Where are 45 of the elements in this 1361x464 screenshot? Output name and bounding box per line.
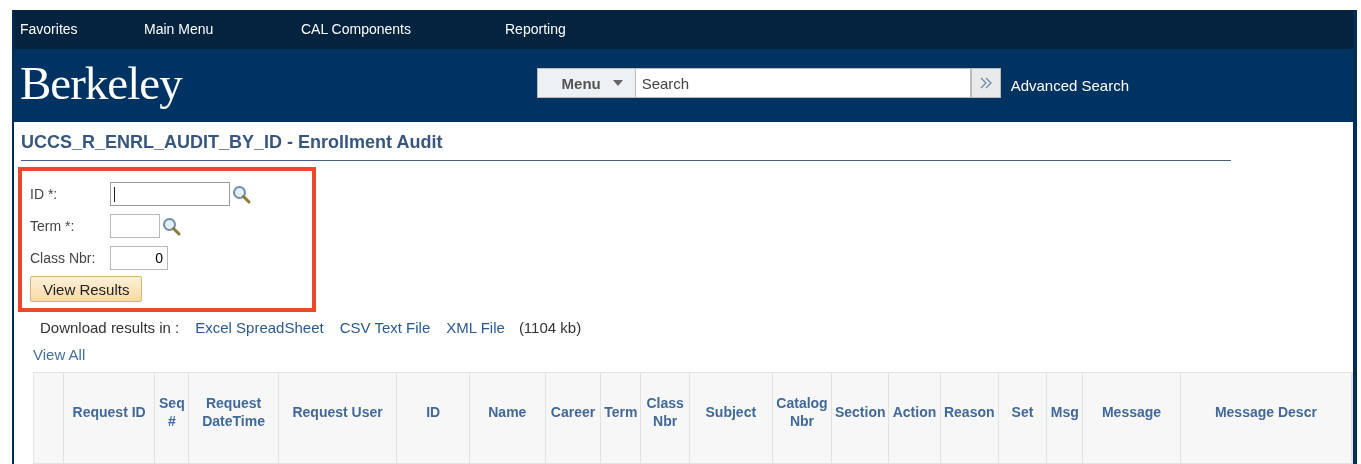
download-link[interactable]: CSV Text File bbox=[339, 318, 431, 336]
column-header[interactable]: Request User bbox=[292, 403, 383, 421]
nav-menu-item[interactable]: Main Menu bbox=[144, 21, 214, 38]
caret-icon bbox=[612, 80, 623, 87]
input-field[interactable] bbox=[110, 182, 230, 206]
input-field[interactable]: 0 bbox=[110, 246, 168, 270]
column-header[interactable]: Career bbox=[550, 403, 596, 421]
column-header[interactable]: Term bbox=[604, 403, 638, 421]
download-label: Download results in : bbox=[40, 318, 180, 336]
nav-menu-item[interactable]: Favorites bbox=[20, 21, 78, 38]
nav-menu-item[interactable]: CAL Components bbox=[301, 21, 411, 38]
column-header[interactable]: Section bbox=[834, 403, 886, 421]
nav-menu-item[interactable]: Reporting bbox=[505, 21, 566, 38]
column-header[interactable]: Seq # bbox=[155, 394, 189, 430]
column-header[interactable]: Name bbox=[488, 403, 527, 421]
field-label: Term *: bbox=[30, 218, 76, 234]
view-results-button[interactable]: View Results bbox=[30, 276, 143, 302]
search-icon[interactable] bbox=[162, 216, 181, 236]
column-header[interactable]: Subject bbox=[705, 403, 757, 421]
menu-dropdown[interactable]: Menu bbox=[536, 68, 635, 99]
download-link[interactable]: Excel SpreadSheet bbox=[195, 318, 324, 336]
column-header[interactable]: Request DateTime bbox=[189, 394, 278, 430]
column-header[interactable]: Class Nbr bbox=[641, 394, 689, 430]
column-header[interactable]: Set bbox=[1011, 403, 1034, 421]
column-header[interactable]: Action bbox=[892, 403, 937, 421]
field-label: ID *: bbox=[30, 186, 59, 202]
view-all-link[interactable]: View All bbox=[33, 346, 86, 363]
column-header[interactable]: Catalog Nbr bbox=[772, 394, 832, 430]
input-field[interactable] bbox=[110, 214, 160, 238]
field-label: Class Nbr: bbox=[30, 250, 97, 266]
page-title: UCCS_R_ENRL_AUDIT_BY_ID - Enrollment Audit bbox=[21, 132, 443, 152]
column-header[interactable]: Reason bbox=[943, 403, 995, 421]
column-header[interactable]: Message bbox=[1101, 403, 1162, 421]
column-header[interactable]: ID bbox=[426, 403, 441, 421]
column-header[interactable]: Message Descr bbox=[1214, 403, 1317, 421]
search-go-button[interactable] bbox=[970, 68, 1001, 99]
advanced-search-link[interactable]: Advanced Search bbox=[1010, 76, 1130, 94]
search-icon[interactable] bbox=[232, 184, 251, 204]
download-link[interactable]: XML File bbox=[446, 318, 505, 336]
double-chevron-icon bbox=[978, 76, 993, 91]
logo: Berkeley bbox=[20, 56, 182, 111]
file-size: (1104 kb) bbox=[518, 318, 582, 336]
column-header[interactable]: Request ID bbox=[72, 403, 146, 421]
column-header[interactable]: Msg bbox=[1050, 403, 1079, 421]
search-field[interactable]: Search bbox=[634, 68, 971, 99]
